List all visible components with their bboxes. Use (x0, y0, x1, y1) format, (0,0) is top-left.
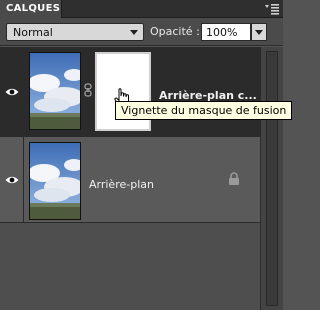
layer-thumbnail[interactable] (29, 52, 81, 130)
chevron-down-icon (255, 30, 263, 35)
layer-row[interactable]: Arrière-plan c... (0, 47, 260, 137)
layer-row[interactable]: Arrière-plan (0, 137, 260, 223)
visibility-toggle[interactable] (0, 47, 24, 136)
layer-thumbnail[interactable] (29, 142, 81, 220)
eye-icon (5, 176, 19, 184)
layers-scrollbar[interactable] (260, 47, 283, 310)
layer-name[interactable]: Arrière-plan (89, 178, 154, 191)
panel-menu-icon[interactable] (265, 3, 279, 15)
scrollbar-track[interactable] (266, 51, 278, 306)
tab-calques-label: CALQUES (6, 3, 61, 14)
opacity-value: 100% (206, 26, 238, 39)
blend-mode-select[interactable]: Normal (6, 23, 144, 41)
eye-icon (5, 88, 19, 96)
layer-options-bar: Normal Opacité : 100% (0, 18, 283, 46)
visibility-toggle[interactable] (0, 137, 24, 222)
link-icon[interactable] (84, 83, 92, 97)
lock-icon (229, 172, 239, 185)
chevron-down-icon (130, 30, 138, 35)
layers-list: Arrière-plan c... Arrière-plan (0, 47, 260, 310)
opacity-dropdown-button[interactable] (251, 23, 267, 41)
blend-mode-value: Normal (13, 26, 53, 39)
opacity-input[interactable]: 100% (201, 23, 251, 41)
panel-titlebar: CALQUES (0, 0, 283, 18)
tab-calques[interactable]: CALQUES (0, 0, 62, 18)
opacity-label: Opacité : (150, 25, 200, 38)
mask-thumbnail-tooltip: Vignette du masque de fusion (115, 101, 293, 120)
